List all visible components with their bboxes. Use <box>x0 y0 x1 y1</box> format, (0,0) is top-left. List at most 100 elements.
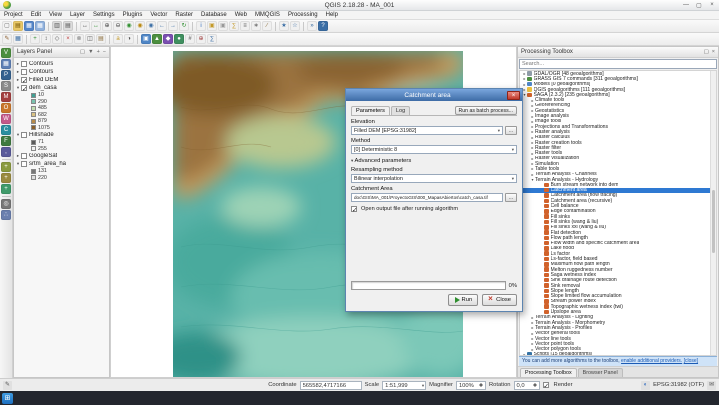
elevation-combobox[interactable]: Filled DEM [EPSG:31982] <box>351 126 503 135</box>
resampling-combobox[interactable]: Bilinear interpolation <box>351 174 517 183</box>
zoom-full-extent-icon[interactable]: ◉ <box>124 21 134 31</box>
identify-features-icon[interactable]: i <box>196 21 206 31</box>
menu-database[interactable]: Database <box>197 12 231 18</box>
menu-edit[interactable]: Edit <box>27 12 45 18</box>
zoom-last-icon[interactable]: ← <box>157 21 167 31</box>
save-project-icon[interactable]: ▦ <box>24 21 34 31</box>
add-vector-layer-icon[interactable]: V <box>1 48 11 58</box>
menu-processing[interactable]: Processing <box>284 12 322 18</box>
add-wcs-layer-icon[interactable]: C <box>1 125 11 135</box>
add-delimited-text-layer-icon[interactable]: , <box>1 147 11 157</box>
float-panel-icon[interactable]: ▢ <box>704 49 709 55</box>
layer-item[interactable]: ▾Hillshade <box>15 131 108 139</box>
menu-settings[interactable]: Settings <box>89 12 119 18</box>
messages-panel-icon[interactable]: ✉ <box>707 381 716 390</box>
dropdown-arrow-icon[interactable] <box>512 176 514 182</box>
menu-raster[interactable]: Raster <box>171 12 197 18</box>
manage-layer-visibility-icon[interactable]: ▢ <box>80 49 85 55</box>
georeferencer-icon[interactable]: ⊕ <box>196 34 206 44</box>
menu-vector[interactable]: Vector <box>146 12 171 18</box>
info-close-link[interactable]: [close] <box>684 358 698 364</box>
add-oracle-layer-icon[interactable]: O <box>1 103 11 113</box>
new-bookmark-icon[interactable]: ★ <box>279 21 289 31</box>
add-postgis-layer-icon[interactable]: P <box>1 70 11 80</box>
paste-features-icon[interactable]: ▤ <box>96 34 106 44</box>
menu-help[interactable]: Help <box>322 12 342 18</box>
filter-legend-icon[interactable]: ▼ <box>88 49 93 55</box>
zoom-in-icon[interactable]: ⊕ <box>102 21 112 31</box>
crs-status-icon[interactable]: ◐ <box>641 381 650 390</box>
select-features-icon[interactable]: ▣ <box>207 21 217 31</box>
new-shapefile-layer-icon[interactable]: + <box>1 162 11 172</box>
add-raster-layer-icon[interactable]: ▦ <box>1 59 11 69</box>
layer-visibility-checkbox[interactable] <box>21 132 27 138</box>
menu-view[interactable]: View <box>45 12 66 18</box>
output-path-input[interactable]: doc\GIS\MA_001\ProyectoGIS\000_MapasAbie… <box>351 193 503 202</box>
menu-project[interactable]: Project <box>0 12 27 18</box>
mmqgis-plugin-icon[interactable]: ◆ <box>163 34 173 44</box>
advanced-parameters-toggle[interactable]: Advanced parameters <box>351 158 517 164</box>
open-output-checkbox[interactable] <box>351 206 357 212</box>
toolbox-provider[interactable]: ▸Scripts [15 geoalgorithms] <box>520 352 716 357</box>
composer-manager-icon[interactable]: ▤ <box>63 21 73 31</box>
layer-item[interactable]: ▾dem_casa <box>15 84 108 92</box>
log-messages-icon[interactable]: ✎ <box>3 381 12 390</box>
toggle-editing-icon[interactable]: ✎ <box>2 34 12 44</box>
new-spatialite-layer-icon[interactable]: + <box>1 173 11 183</box>
coordinate-input[interactable]: 565582,4717166 <box>300 381 362 390</box>
layer-item[interactable]: ▾srtm_area_ha <box>15 160 108 168</box>
expand-all-icon[interactable]: + <box>97 49 100 55</box>
layer-item[interactable]: ▸Contours <box>15 60 108 68</box>
dialog-close-icon[interactable]: × <box>507 91 520 100</box>
select-by-expression-icon[interactable]: ∑ <box>229 21 239 31</box>
layer-styling-icon[interactable]: ◑ <box>124 34 134 44</box>
minimize-icon[interactable]: — <box>682 2 690 9</box>
deselect-features-icon[interactable]: ▣ <box>218 21 228 31</box>
layer-visibility-checkbox[interactable] <box>21 69 27 75</box>
move-feature-icon[interactable]: ↕ <box>41 34 51 44</box>
raster-calculator-icon[interactable]: # <box>185 34 195 44</box>
scale-combobox[interactable]: 1:51,999 <box>382 381 426 390</box>
enable-providers-link[interactable]: enable additional providers. <box>621 358 682 364</box>
labeling-icon[interactable]: a <box>113 34 123 44</box>
layer-item[interactable]: ▸Filled DEM <box>15 76 108 84</box>
pan-to-selection-icon[interactable]: ↔ <box>91 21 101 31</box>
measure-line-icon[interactable]: ∕ <box>262 21 272 31</box>
layer-visibility-checkbox[interactable] <box>21 77 27 83</box>
new-print-composer-icon[interactable]: ▥ <box>52 21 62 31</box>
new-geopackage-layer-icon[interactable]: + <box>1 184 11 194</box>
node-tool-icon[interactable]: ◇ <box>52 34 62 44</box>
menu-plugins[interactable]: Plugins <box>119 12 147 18</box>
run-batch-button[interactable]: Run as batch process... <box>455 106 518 115</box>
add-virtual-layer-icon[interactable]: ∴ <box>1 210 11 220</box>
add-mssql-layer-icon[interactable]: M <box>1 92 11 102</box>
processing-toolbox-toggle-icon[interactable]: ▣ <box>141 34 151 44</box>
collapse-all-icon[interactable]: − <box>103 49 106 55</box>
rotation-spinbox[interactable]: 0,0 <box>514 381 540 390</box>
menu-mmqgis[interactable]: MMQGIS <box>251 12 284 18</box>
layer-visibility-checkbox[interactable] <box>21 61 27 67</box>
start-button-icon[interactable]: ⊞ <box>2 393 13 404</box>
zoom-next-icon[interactable]: → <box>168 21 178 31</box>
zoom-to-layer-icon[interactable]: ◉ <box>146 21 156 31</box>
magnifier-spinbox[interactable]: 100% <box>456 381 486 390</box>
save-layer-edits-icon[interactable]: ▦ <box>13 34 23 44</box>
zoom-out-icon[interactable]: ⊖ <box>113 21 123 31</box>
delete-selected-icon[interactable]: × <box>63 34 73 44</box>
add-wms-layer-icon[interactable]: W <box>1 114 11 124</box>
close-button[interactable]: Close <box>482 294 517 306</box>
tab-log[interactable]: Log <box>391 106 410 115</box>
help-contents-icon[interactable]: ? <box>318 21 328 31</box>
maximize-icon[interactable]: ▢ <box>695 2 703 9</box>
toolbox-scrollbar[interactable] <box>710 71 716 355</box>
run-button[interactable]: Run <box>448 294 479 306</box>
cut-features-icon[interactable]: ⊗ <box>74 34 84 44</box>
method-combobox[interactable]: [0] Deterministic 8 <box>351 145 517 154</box>
dropdown-arrow-icon[interactable] <box>498 128 500 134</box>
elevation-browse-button[interactable]: ... <box>505 126 517 135</box>
layer-visibility-checkbox[interactable] <box>21 153 27 159</box>
close-panel-icon[interactable]: × <box>712 49 715 55</box>
output-browse-button[interactable]: ... <box>505 193 517 202</box>
menu-web[interactable]: Web <box>231 12 251 18</box>
crs-value[interactable]: EPSG:31982 (OTF) <box>653 382 704 388</box>
